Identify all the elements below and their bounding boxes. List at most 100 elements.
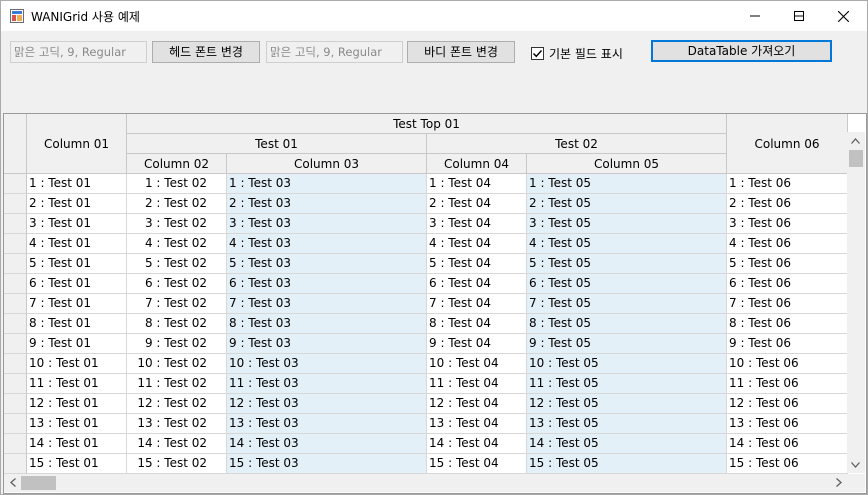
- row-header[interactable]: [4, 394, 27, 414]
- table-row[interactable]: 14 : Test 01 14 : Test 02 14 : Test 03 14 :…: [4, 434, 848, 454]
- grid-cell[interactable]: 2 : Test 02: [127, 194, 227, 214]
- table-row[interactable]: 1 : Test 01 1 : Test 02 1 : Test 03 1 : Tes…: [4, 174, 848, 194]
- vertical-scrollbar[interactable]: [847, 132, 865, 473]
- grid-cell[interactable]: 9 : Test 03: [227, 334, 427, 354]
- head-font-field[interactable]: 맑은 고딕, 9, Regular: [10, 41, 147, 63]
- table-row[interactable]: 10 : Test 01 10 : Test 02 10 : Test 03 10 :…: [4, 354, 848, 374]
- grid-cell[interactable]: 14 : Test 04: [427, 434, 527, 454]
- grid-cell[interactable]: 7 : Test 03: [227, 294, 427, 314]
- header-group-test01[interactable]: Test 01: [127, 134, 427, 154]
- scroll-up-button[interactable]: [847, 132, 864, 149]
- row-header[interactable]: [4, 174, 27, 194]
- row-header[interactable]: [4, 434, 27, 454]
- grid-cell[interactable]: 12 : Test 05: [527, 394, 727, 414]
- head-font-change-button[interactable]: 헤드 폰트 변경: [152, 41, 260, 63]
- grid-cell[interactable]: 4 : Test 06: [727, 234, 848, 254]
- grid-cell[interactable]: 11 : Test 06: [727, 374, 848, 394]
- grid-cell[interactable]: 6 : Test 05: [527, 274, 727, 294]
- table-row[interactable]: 3 : Test 01 3 : Test 02 3 : Test 03 3 : Tes…: [4, 214, 848, 234]
- grid-cell[interactable]: 6 : Test 02: [127, 274, 227, 294]
- grid-cell[interactable]: 11 : Test 03: [227, 374, 427, 394]
- grid-cell[interactable]: 12 : Test 01: [27, 394, 127, 414]
- grid-cell[interactable]: 15 : Test 04: [427, 454, 527, 474]
- grid-cell[interactable]: 3 : Test 05: [527, 214, 727, 234]
- row-header[interactable]: [4, 214, 27, 234]
- grid-cell[interactable]: 5 : Test 05: [527, 254, 727, 274]
- grid-cell[interactable]: 4 : Test 03: [227, 234, 427, 254]
- grid-cell[interactable]: 5 : Test 04: [427, 254, 527, 274]
- horizontal-scrollbar[interactable]: [4, 474, 847, 492]
- grid-cell[interactable]: 12 : Test 04: [427, 394, 527, 414]
- grid-cell[interactable]: 8 : Test 04: [427, 314, 527, 334]
- grid-cell[interactable]: 1 : Test 01: [27, 174, 127, 194]
- grid-cell[interactable]: 2 : Test 04: [427, 194, 527, 214]
- grid-cell[interactable]: 2 : Test 06: [727, 194, 848, 214]
- grid-cell[interactable]: 11 : Test 04: [427, 374, 527, 394]
- grid-cell[interactable]: 4 : Test 05: [527, 234, 727, 254]
- grid-cell[interactable]: 14 : Test 03: [227, 434, 427, 454]
- grid-cell[interactable]: 10 : Test 02: [127, 354, 227, 374]
- horizontal-scroll-thumb[interactable]: [21, 476, 56, 490]
- show-default-fields-checkbox[interactable]: 기본 필드 표시: [531, 45, 623, 61]
- grid-cell[interactable]: 4 : Test 04: [427, 234, 527, 254]
- row-header[interactable]: [4, 254, 27, 274]
- grid-cell[interactable]: 8 : Test 01: [27, 314, 127, 334]
- header-column-06[interactable]: Column 06: [727, 114, 848, 174]
- grid-cell[interactable]: 8 : Test 05: [527, 314, 727, 334]
- grid-cell[interactable]: 5 : Test 01: [27, 254, 127, 274]
- grid-cell[interactable]: 13 : Test 04: [427, 414, 527, 434]
- grid-cell[interactable]: 9 : Test 01: [27, 334, 127, 354]
- grid-cell[interactable]: 8 : Test 06: [727, 314, 848, 334]
- grid-cell[interactable]: 14 : Test 02: [127, 434, 227, 454]
- grid-cell[interactable]: 14 : Test 06: [727, 434, 848, 454]
- grid-cell[interactable]: 7 : Test 01: [27, 294, 127, 314]
- body-font-field[interactable]: 맑은 고딕, 9, Regular: [266, 41, 403, 63]
- table-row[interactable]: 8 : Test 01 8 : Test 02 8 : Test 03 8 : Tes…: [4, 314, 848, 334]
- header-column-03[interactable]: Column 03: [227, 154, 427, 174]
- scroll-down-button[interactable]: [847, 456, 864, 473]
- row-header[interactable]: [4, 334, 27, 354]
- grid-cell[interactable]: 11 : Test 01: [27, 374, 127, 394]
- minimize-button-real[interactable]: [733, 1, 777, 31]
- grid-cell[interactable]: 8 : Test 03: [227, 314, 427, 334]
- scroll-left-button[interactable]: [4, 474, 21, 491]
- row-header[interactable]: [4, 194, 27, 214]
- grid-cell[interactable]: 1 : Test 02: [127, 174, 227, 194]
- vertical-scroll-thumb[interactable]: [849, 150, 863, 167]
- row-header[interactable]: [4, 374, 27, 394]
- row-header[interactable]: [4, 234, 27, 254]
- row-header[interactable]: [4, 454, 27, 474]
- header-column-01[interactable]: Column 01: [27, 114, 127, 174]
- grid-cell[interactable]: 3 : Test 04: [427, 214, 527, 234]
- row-header[interactable]: [4, 274, 27, 294]
- grid-cell[interactable]: 13 : Test 06: [727, 414, 848, 434]
- grid-cell[interactable]: 1 : Test 05: [527, 174, 727, 194]
- close-button[interactable]: [821, 1, 865, 31]
- grid-cell[interactable]: 9 : Test 02: [127, 334, 227, 354]
- grid-cell[interactable]: 6 : Test 03: [227, 274, 427, 294]
- header-column-02[interactable]: Column 02: [127, 154, 227, 174]
- checkbox-box[interactable]: [531, 46, 544, 60]
- grid-cell[interactable]: 6 : Test 04: [427, 274, 527, 294]
- grid-cell[interactable]: 2 : Test 05: [527, 194, 727, 214]
- grid-cell[interactable]: 10 : Test 04: [427, 354, 527, 374]
- header-group-test02[interactable]: Test 02: [427, 134, 727, 154]
- body-font-change-button[interactable]: 바디 폰트 변경: [407, 41, 515, 63]
- datatable-load-button[interactable]: DataTable 가져오기: [651, 40, 832, 62]
- grid-cell[interactable]: 15 : Test 06: [727, 454, 848, 474]
- grid-cell[interactable]: 13 : Test 02: [127, 414, 227, 434]
- grid-cell[interactable]: 14 : Test 01: [27, 434, 127, 454]
- table-row[interactable]: 13 : Test 01 13 : Test 02 13 : Test 03 13 :…: [4, 414, 848, 434]
- table-row[interactable]: 7 : Test 01 7 : Test 02 7 : Test 03 7 : Tes…: [4, 294, 848, 314]
- grid-cell[interactable]: 13 : Test 01: [27, 414, 127, 434]
- grid-cell[interactable]: 1 : Test 03: [227, 174, 427, 194]
- grid-cell[interactable]: 7 : Test 02: [127, 294, 227, 314]
- grid-cell[interactable]: 8 : Test 02: [127, 314, 227, 334]
- table-row[interactable]: 12 : Test 01 12 : Test 02 12 : Test 03 12 :…: [4, 394, 848, 414]
- row-header[interactable]: [4, 414, 27, 434]
- grid-cell[interactable]: 6 : Test 01: [27, 274, 127, 294]
- grid-cell[interactable]: 15 : Test 02: [127, 454, 227, 474]
- header-column-04[interactable]: Column 04: [427, 154, 527, 174]
- grid-cell[interactable]: 10 : Test 01: [27, 354, 127, 374]
- grid-cell[interactable]: 13 : Test 05: [527, 414, 727, 434]
